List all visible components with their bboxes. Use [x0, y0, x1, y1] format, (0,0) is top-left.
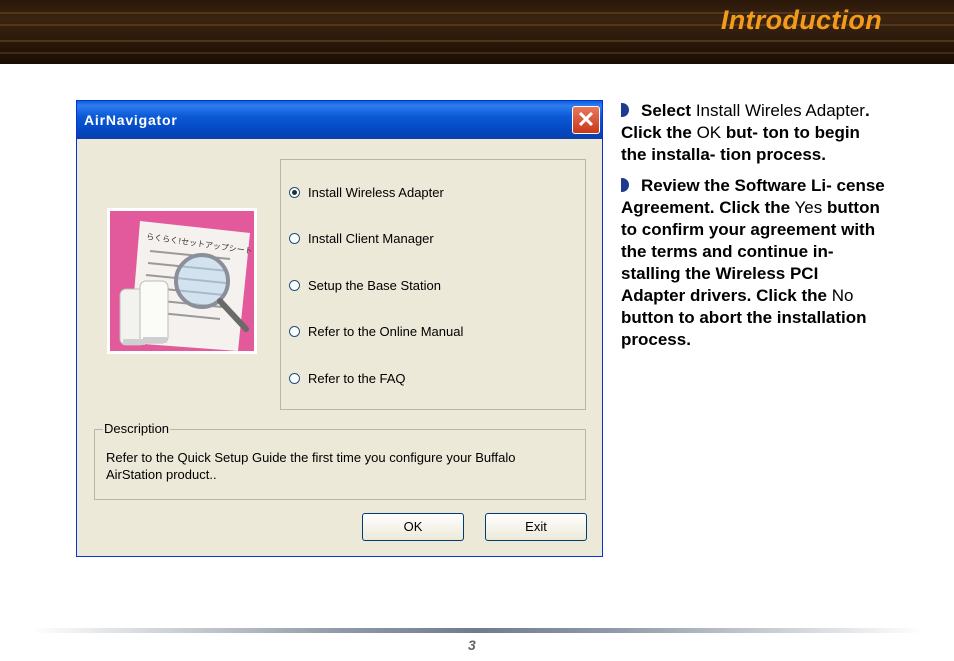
dialog-title: AirNavigator [84, 112, 178, 128]
options-group: Install Wireless Adapter Install Client … [280, 159, 586, 410]
page-title: Introduction [720, 5, 882, 35]
ok-button[interactable]: OK [362, 513, 464, 541]
banner-stripe [0, 40, 954, 42]
instruction-text: Select [641, 101, 692, 120]
option-install-client-manager[interactable]: Install Client Manager [289, 230, 434, 246]
radio-icon[interactable] [289, 325, 300, 337]
exit-button[interactable]: Exit [485, 513, 587, 541]
option-label: Setup the Base Station [308, 277, 441, 293]
instruction-step: Select Install Wireles Adapter. Click th… [621, 100, 885, 166]
radio-icon[interactable] [289, 232, 300, 244]
close-button[interactable]: ✕ [572, 106, 600, 134]
option-install-wireless-adapter[interactable]: Install Wireless Adapter [289, 184, 444, 200]
radio-selected-icon[interactable] [289, 186, 300, 198]
radio-icon[interactable] [289, 279, 300, 291]
dialog-titlebar[interactable]: AirNavigator ✕ [77, 101, 602, 139]
option-label: Refer to the Online Manual [308, 323, 464, 339]
instruction-step: Review the Software Li- cense Agreement.… [621, 175, 885, 351]
bullet-icon [621, 178, 629, 192]
option-label: Install Wireless Adapter [308, 184, 444, 200]
ui-term: Yes [790, 198, 823, 217]
airnavigator-dialog: AirNavigator ✕ らくらく!セットアップシート Install Wi… [76, 100, 603, 557]
banner-stripe [0, 52, 954, 54]
option-online-manual[interactable]: Refer to the Online Manual [289, 323, 463, 339]
description-text: Refer to the Quick Setup Guide the first… [106, 450, 516, 482]
product-illustration: らくらく!セットアップシート [107, 208, 257, 354]
header-banner: Introduction [0, 0, 954, 64]
footer-divider [30, 628, 924, 633]
radio-icon[interactable] [289, 372, 300, 384]
page-number: 3 [468, 637, 476, 653]
description-label: Description [103, 421, 171, 436]
bullet-icon [621, 103, 629, 117]
ui-term: Install Wireles Adapter [691, 101, 865, 120]
instructions: Select Install Wireles Adapter. Click th… [621, 100, 885, 360]
guide-and-stations-image: らくらく!セットアップシート [110, 211, 254, 351]
close-icon: ✕ [576, 107, 596, 132]
option-label: Refer to the FAQ [308, 370, 406, 386]
option-label: Install Client Manager [308, 230, 434, 246]
product-image: らくらく!セットアップシート [110, 211, 254, 351]
option-faq[interactable]: Refer to the FAQ [289, 370, 406, 386]
ui-term: OK [691, 123, 722, 142]
description-group: Refer to the Quick Setup Guide the first… [94, 429, 586, 500]
option-setup-base-station[interactable]: Setup the Base Station [289, 277, 441, 293]
ui-term: No [826, 286, 854, 305]
instruction-text: button to abort the installation process… [621, 308, 867, 349]
